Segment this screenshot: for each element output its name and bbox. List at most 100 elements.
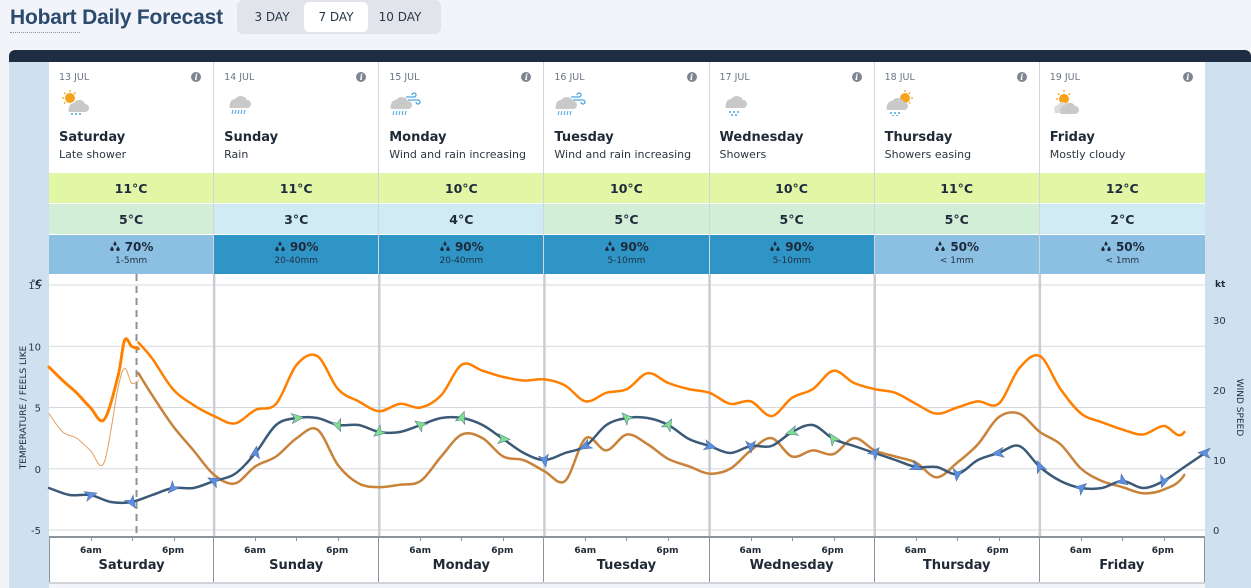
rain-amount: 20-40mm xyxy=(274,256,319,266)
tick-label-6am: 6am xyxy=(904,546,927,556)
info-icon[interactable]: i xyxy=(356,72,367,82)
min-temp: 5°C xyxy=(874,204,1039,235)
tab-10-day[interactable]: 10 DAY xyxy=(368,2,432,32)
info-icon[interactable]: i xyxy=(1182,72,1193,82)
rain-percent: 90% xyxy=(620,240,649,254)
x-axis-day-label: Wednesday xyxy=(749,558,834,573)
y-right-tick-label: 30 xyxy=(1213,316,1226,327)
y-right-tick-label: 10 xyxy=(1213,456,1226,467)
day-column-friday: 19 JUL i Friday Mostly cloudy 12°C 2°C 5… xyxy=(1039,62,1205,274)
min-temp: 5°C xyxy=(709,204,874,235)
info-icon[interactable]: i xyxy=(851,72,862,82)
cloud-sun-showers-icon xyxy=(886,90,913,116)
x-axis-day-label: Monday xyxy=(432,558,490,573)
forecast-chart: -50510150102030°C ktTEMPERATURE / FEELS L… xyxy=(19,274,1244,540)
info-icon[interactable]: i xyxy=(521,72,532,82)
tick-label-6am: 6am xyxy=(409,546,431,556)
day-column-sunday: 14 JUL i Sunday Rain 11°C 3°C 90% 20-40m… xyxy=(214,62,380,274)
day-column-tuesday: 16 JUL i Tuesday Wind and rain increasin… xyxy=(544,62,710,274)
rain-amount: 5-10mm xyxy=(772,256,811,266)
tick-6pm xyxy=(1163,536,1165,541)
tick-noon xyxy=(626,536,628,541)
x-axis-day-label: Saturday xyxy=(98,558,165,573)
day-date: 14 JUL xyxy=(224,72,255,83)
rain-amount: < 1mm xyxy=(1105,256,1140,266)
x-axis-day: 6am 6pm Wednesday xyxy=(710,536,875,582)
tab-7-day[interactable]: 7 DAY xyxy=(304,2,368,32)
day-name: Saturday xyxy=(59,130,126,145)
rain-chance: 50% < 1mm xyxy=(1039,235,1205,274)
tick-6pm xyxy=(338,536,340,541)
max-temp: 10°C xyxy=(379,173,544,204)
y-left-axis-label: TEMPERATURE / FEELS LIKE xyxy=(19,345,29,470)
tick-6am xyxy=(585,536,587,541)
rain-drops-icon xyxy=(605,241,615,251)
rain-drops-icon xyxy=(770,241,780,251)
day-date: 13 JUL xyxy=(59,72,90,83)
day-description: Wind and rain increasing xyxy=(554,148,692,161)
day-name: Tuesday xyxy=(554,130,614,145)
rain-amount: 1-5mm xyxy=(114,256,148,266)
y-left-tick-label: 10 xyxy=(28,342,41,353)
rain-chance: 90% 5-10mm xyxy=(709,235,874,274)
tick-label-6pm: 6pm xyxy=(656,546,679,556)
tick-6pm xyxy=(503,536,505,541)
day-date: 17 JUL xyxy=(719,72,750,83)
cloud-rain-icon xyxy=(229,96,252,115)
x-axis-day: 6am 6pm Friday xyxy=(1040,536,1205,582)
x-axis-day: 6am 6pm Tuesday xyxy=(544,536,710,582)
tick-6pm xyxy=(833,536,835,541)
day-column-wednesday: 17 JUL i Wednesday Showers 10°C 5°C 90% … xyxy=(709,62,875,274)
tick-label-6am: 6am xyxy=(80,546,102,556)
rain-percent: 90% xyxy=(289,240,319,254)
info-icon[interactable]: i xyxy=(191,72,202,82)
tick-6pm xyxy=(174,536,175,541)
tick-6am xyxy=(255,536,257,541)
rain-percent: 70% xyxy=(124,240,154,254)
day-date: 15 JUL xyxy=(389,72,420,83)
tick-6am xyxy=(750,536,752,541)
y-left-tick-label: -5 xyxy=(31,526,41,537)
day-date: 19 JUL xyxy=(1049,72,1080,83)
tick-noon xyxy=(791,536,793,541)
tick-noon xyxy=(956,536,958,541)
y-left-tick-label: 5 xyxy=(35,404,41,415)
info-icon[interactable]: i xyxy=(1016,72,1027,82)
day-name: Thursday xyxy=(884,130,953,145)
rain-amount: 5-10mm xyxy=(607,256,646,266)
min-temp: 2°C xyxy=(1039,204,1205,235)
tick-6am xyxy=(1080,536,1082,541)
rain-amount: 20-40mm xyxy=(439,256,484,266)
rain-chance: 50% < 1mm xyxy=(874,235,1039,274)
rain-drops-icon xyxy=(275,241,285,251)
tab-3-day[interactable]: 3 DAY xyxy=(240,2,304,32)
rain-percent: 90% xyxy=(785,240,814,254)
range-tabs: 3 DAY 7 DAY 10 DAY xyxy=(237,0,441,34)
info-icon[interactable]: i xyxy=(686,72,697,82)
y-left-unit: °C xyxy=(31,279,43,289)
tick-label-6pm: 6pm xyxy=(986,546,1009,556)
tick-label-6pm: 6pm xyxy=(491,546,514,556)
rain-chance: 90% 5-10mm xyxy=(544,235,709,274)
tick-6pm xyxy=(998,536,1000,541)
x-axis-day: 6am 6pm Sunday xyxy=(214,536,380,582)
day-description: Wind and rain increasing xyxy=(389,148,526,161)
tick-label-6pm: 6pm xyxy=(326,546,349,556)
y-right-axis-label: WIND SPEED xyxy=(1234,379,1244,437)
sun-cloud-icon xyxy=(1053,90,1079,114)
wind-rain-icon xyxy=(555,92,586,116)
x-axis-day-label: Friday xyxy=(1099,558,1145,573)
tick-6pm xyxy=(668,536,670,541)
rain-chance: 90% 20-40mm xyxy=(214,235,379,274)
tick-6am xyxy=(420,536,422,541)
max-temp: 10°C xyxy=(544,173,709,204)
tick-6am xyxy=(91,536,92,541)
tick-label-6am: 6am xyxy=(1069,546,1092,556)
max-temp: 11°C xyxy=(874,173,1039,204)
rain-drops-icon xyxy=(109,241,120,251)
rain-chance: 70% 1-5mm xyxy=(49,235,214,274)
wind-rain-icon xyxy=(390,92,421,116)
min-temp: 4°C xyxy=(379,204,544,235)
rain-drops-icon xyxy=(440,241,450,251)
day-columns: 13 JUL i Saturday Late shower 11°C 5°C 7… xyxy=(49,62,1205,274)
